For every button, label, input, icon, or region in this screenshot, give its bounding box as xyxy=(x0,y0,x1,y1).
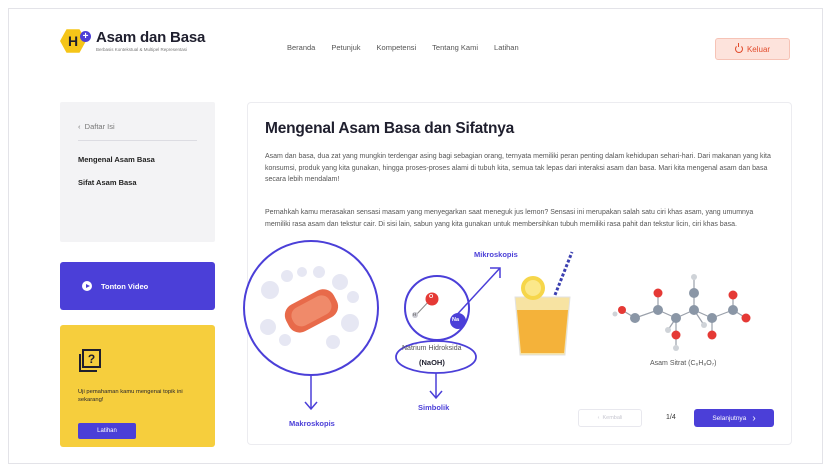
next-button[interactable]: Selanjutnya › xyxy=(694,409,774,427)
page-title: Mengenal Asam Basa dan Sifatnya xyxy=(265,120,515,137)
toc-back-label: Daftar Isi xyxy=(84,122,115,131)
toc-item-mengenal[interactable]: Mengenal Asam Basa xyxy=(78,155,155,164)
nav-tentang-kami[interactable]: Tentang Kami xyxy=(432,43,478,52)
previous-button[interactable]: ‹ Kembali xyxy=(578,409,642,427)
naoh-formula: (NaOH) xyxy=(419,358,445,367)
question-mark-icon: ? xyxy=(79,349,101,372)
logout-button[interactable]: Keluar xyxy=(715,38,790,60)
atom-na-label: Na xyxy=(452,317,460,323)
toc-back-link[interactable]: ‹ Daftar Isi xyxy=(78,122,115,131)
quiz-card: ? Uji pemahaman kamu mengenai topik ini … xyxy=(60,325,215,447)
chevron-left-icon: ‹ xyxy=(597,415,600,421)
logo-letter: H xyxy=(67,33,79,49)
quiz-button[interactable]: Latihan xyxy=(78,423,136,439)
svg-text:?: ? xyxy=(88,352,95,366)
previous-label: Kembali xyxy=(602,415,623,421)
quiz-text: Uji pemahaman kamu mengenai topik ini se… xyxy=(78,389,183,403)
page-indicator: 1/4 xyxy=(666,414,676,421)
label-simbolik: Simbolik xyxy=(418,403,450,412)
brand-title: Asam dan Basa xyxy=(96,29,206,46)
naoh-name: Natrium Hidroksida xyxy=(402,345,462,352)
table-of-contents: ‹ Daftar Isi Mengenal Asam Basa Sifat As… xyxy=(60,102,215,242)
watch-video-button[interactable]: Tonton Video xyxy=(60,262,215,310)
brand: Asam dan Basa Berbasis Kontekstual & Mul… xyxy=(96,29,206,53)
nav-kompetensi[interactable]: Kompetensi xyxy=(377,43,417,52)
top-nav: Beranda Petunjuk Kompetensi Tentang Kami… xyxy=(287,43,519,52)
content-card: Mengenal Asam Basa dan Sifatnya Asam dan… xyxy=(247,102,792,445)
plus-icon: + xyxy=(80,31,91,42)
power-icon xyxy=(734,43,743,53)
logout-label: Keluar xyxy=(746,44,771,54)
paragraph-examples: Pernahkah kamu merasakan sensasi masam y… xyxy=(265,209,754,228)
chevron-right-icon: › xyxy=(752,412,756,424)
next-label: Selanjutnya xyxy=(712,414,747,422)
play-icon xyxy=(82,281,92,291)
brand-subtitle: Berbasis Kontekstual & Multipel Represen… xyxy=(96,47,188,52)
nav-petunjuk[interactable]: Petunjuk xyxy=(331,43,360,52)
watch-video-label: Tonton Video xyxy=(101,281,149,291)
toc-item-sifat[interactable]: Sifat Asam Basa xyxy=(78,178,137,187)
atom-o-label: O xyxy=(429,294,434,300)
nav-beranda[interactable]: Beranda xyxy=(287,43,315,52)
paragraph-intro: Asam dan basa, dua zat yang mungkin terd… xyxy=(265,153,771,183)
chevron-left-icon: ‹ xyxy=(78,122,81,131)
label-mikroskopis: Mikroskopis xyxy=(474,250,518,259)
nav-latihan[interactable]: Latihan xyxy=(494,43,519,52)
label-makroskopis: Makroskopis xyxy=(289,419,335,428)
divider xyxy=(78,140,197,141)
citric-acid-label: Asam Sitrat (C₆H₈O₇) xyxy=(650,360,717,367)
atom-h-label: H xyxy=(413,312,417,317)
